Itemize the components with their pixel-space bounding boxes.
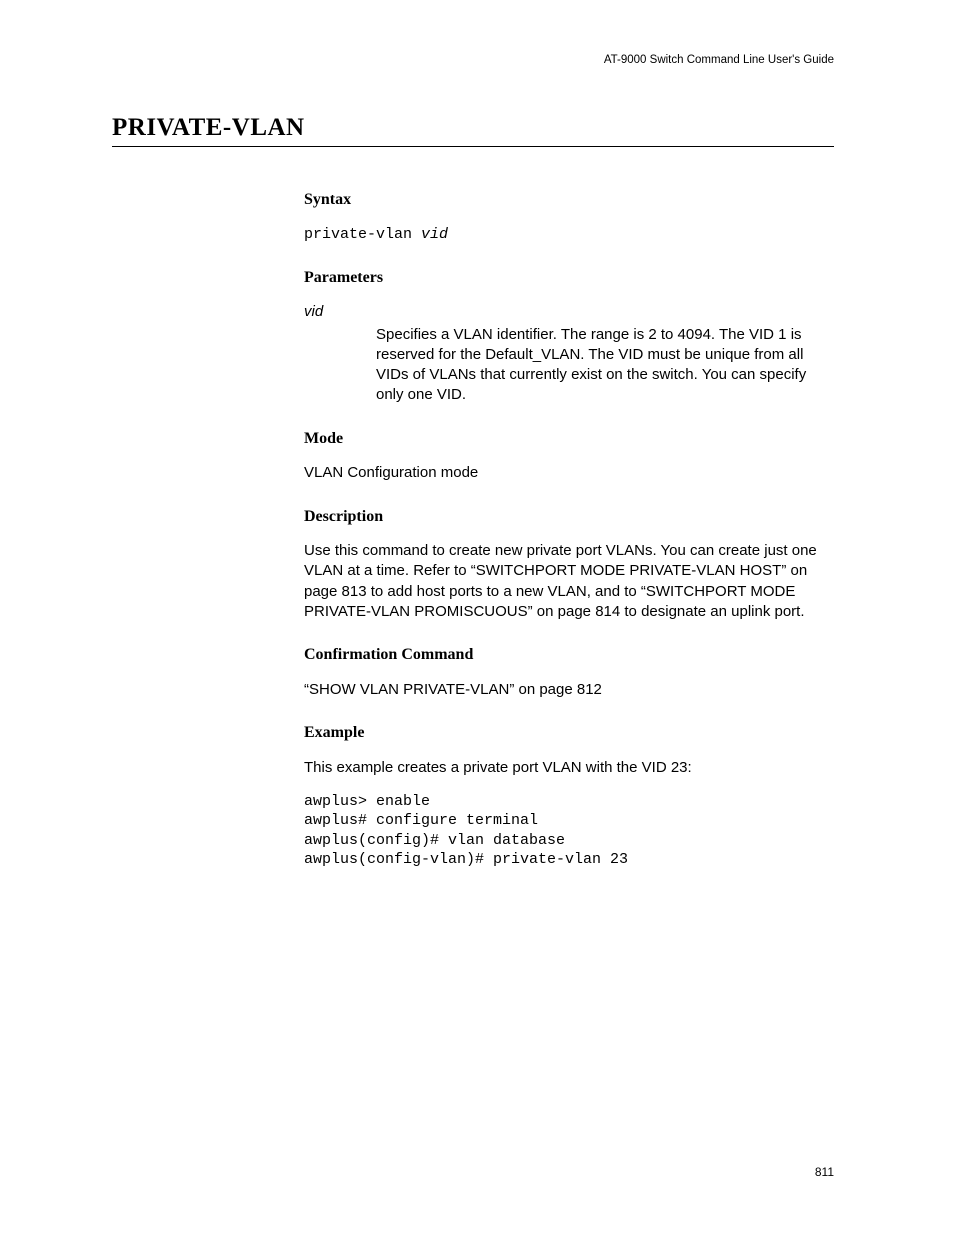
syntax-arg: vid xyxy=(421,226,448,243)
syntax-code: private-vlan vid xyxy=(304,225,834,245)
parameters-heading: Parameters xyxy=(304,267,834,289)
content-body: Syntax private-vlan vid Parameters vid S… xyxy=(304,189,834,870)
syntax-command: private-vlan xyxy=(304,226,421,243)
syntax-heading: Syntax xyxy=(304,189,834,211)
mode-heading: Mode xyxy=(304,428,834,450)
page-number: 811 xyxy=(815,1165,834,1179)
example-code: awplus> enable awplus# configure termina… xyxy=(304,792,834,870)
example-intro: This example creates a private port VLAN… xyxy=(304,758,834,778)
page-title: PRIVATE-VLAN xyxy=(112,114,834,147)
param-name: vid xyxy=(304,302,834,322)
confirmation-text: “SHOW VLAN PRIVATE-VLAN” on page 812 xyxy=(304,680,834,700)
page: AT-9000 Switch Command Line User's Guide… xyxy=(0,0,954,1235)
description-heading: Description xyxy=(304,506,834,528)
running-header: AT-9000 Switch Command Line User's Guide xyxy=(112,54,834,66)
confirmation-heading: Confirmation Command xyxy=(304,644,834,666)
description-text: Use this command to create new private p… xyxy=(304,541,834,622)
mode-text: VLAN Configuration mode xyxy=(304,463,834,483)
example-heading: Example xyxy=(304,722,834,744)
param-desc: Specifies a VLAN identifier. The range i… xyxy=(376,325,834,406)
